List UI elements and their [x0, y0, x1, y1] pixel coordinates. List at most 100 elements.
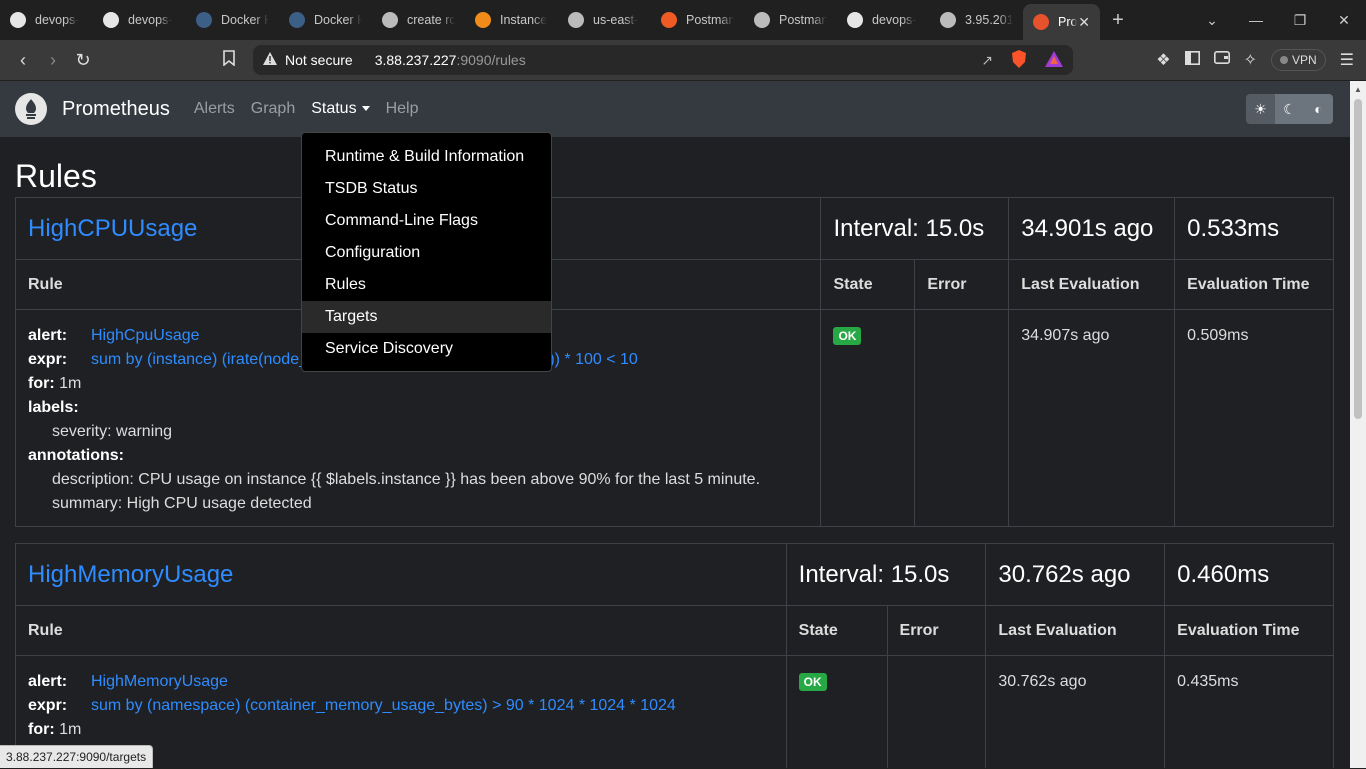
- col-state: State: [821, 260, 915, 310]
- annotation-description: description: CPU usage on instance {{ $l…: [28, 468, 808, 492]
- browser-tab[interactable]: Instance: [465, 0, 558, 40]
- alert-name-link[interactable]: HighMemoryUsage: [91, 673, 228, 690]
- security-label[interactable]: Not secure: [285, 52, 353, 68]
- close-window-icon[interactable]: ✕: [1322, 12, 1366, 29]
- status-menu-item[interactable]: Targets: [302, 301, 551, 333]
- status-menu-item[interactable]: TSDB Status: [302, 173, 551, 205]
- brave-shield-icon[interactable]: [1011, 50, 1027, 71]
- rule-group-cpu-table: HighCPUUsage Interval: 15.0s 34.901s ago…: [15, 197, 1334, 527]
- rule-eval-time: 0.435ms: [1165, 656, 1334, 769]
- col-rule: Rule: [16, 606, 787, 656]
- status-menu-item[interactable]: Rules: [302, 269, 551, 301]
- rule-error: [887, 656, 986, 769]
- page-scrollbar[interactable]: ▲: [1350, 81, 1366, 768]
- light-theme-icon[interactable]: ☀: [1246, 94, 1275, 124]
- browser-tab[interactable]: Docker H: [279, 0, 372, 40]
- close-tab-icon[interactable]: ✕: [1078, 14, 1090, 31]
- group-interval: Interval: 15.0s: [786, 544, 986, 606]
- group-last-eval: 34.901s ago: [1009, 198, 1175, 260]
- page-title: Rules: [15, 155, 1350, 197]
- browser-tab[interactable]: devops-: [837, 0, 930, 40]
- browser-tab-label: Docker H: [314, 13, 362, 27]
- prometheus-logo-icon[interactable]: [15, 93, 47, 125]
- vpn-label: VPN: [1292, 53, 1317, 67]
- label-severity: severity: warning: [28, 420, 808, 444]
- nav-help[interactable]: Help: [386, 100, 419, 118]
- browser-tab-label: Postman: [779, 13, 827, 27]
- url-host[interactable]: 3.88.237.227: [375, 52, 457, 68]
- tab-search-icon[interactable]: ⌄: [1190, 12, 1234, 29]
- brave-rewards-icon[interactable]: [1045, 51, 1063, 70]
- alert-name-link[interactable]: HighCpuUsage: [91, 327, 200, 344]
- status-menu-item[interactable]: Command-Line Flags: [302, 205, 551, 237]
- brand-name[interactable]: Prometheus: [62, 98, 170, 121]
- url-path[interactable]: :9090/rules: [456, 52, 525, 68]
- wallet-icon[interactable]: [1214, 51, 1230, 69]
- group-eval-time: 0.460ms: [1165, 544, 1334, 606]
- rule-group-cpu: HighCPUUsage Interval: 15.0s 34.901s ago…: [15, 197, 1334, 527]
- aws-icon: [475, 12, 491, 28]
- restore-icon[interactable]: ❐: [1278, 12, 1322, 29]
- toolbar-right: ❖ ✧ VPN ☰: [1156, 45, 1366, 75]
- browser-tab-label: devops-: [128, 13, 172, 27]
- bookmark-icon[interactable]: [222, 50, 236, 71]
- browser-tab[interactable]: devops-: [93, 0, 186, 40]
- vpn-button[interactable]: VPN: [1271, 49, 1326, 71]
- expr-link[interactable]: sum by (namespace) (container_memory_usa…: [91, 697, 676, 714]
- col-last-evaluation: Last Evaluation: [986, 606, 1165, 656]
- browser-tab-bar: devops-devops- Docker H Docker H create rcI…: [0, 0, 1366, 40]
- col-evaluation-time: Evaluation Time: [1165, 606, 1334, 656]
- for-value: 1m: [59, 375, 81, 392]
- nav-status[interactable]: Status: [311, 100, 369, 118]
- minimize-icon[interactable]: —: [1234, 12, 1278, 28]
- browser-tab[interactable]: us-east-: [558, 0, 651, 40]
- nav-status-label: Status: [311, 100, 356, 117]
- status-menu-item[interactable]: Service Discovery: [302, 333, 551, 365]
- browser-tab[interactable]: devops-: [0, 0, 93, 40]
- scroll-up-icon[interactable]: ▲: [1350, 85, 1366, 94]
- nav-alerts[interactable]: Alerts: [194, 100, 235, 118]
- share-icon[interactable]: ↗: [981, 52, 993, 69]
- state-badge: OK: [833, 327, 861, 345]
- alert-key: alert:: [28, 324, 91, 348]
- rule-group-memory: HighMemoryUsage Interval: 15.0s 30.762s …: [15, 543, 1334, 768]
- browser-tab[interactable]: create rc: [372, 0, 465, 40]
- nav-graph[interactable]: Graph: [251, 100, 295, 118]
- postman-icon: [661, 12, 677, 28]
- address-bar[interactable]: Not secure 3.88.237.227:9090/rules ↗: [253, 45, 1073, 75]
- col-state: State: [786, 606, 887, 656]
- leo-ai-icon[interactable]: ✧: [1244, 50, 1257, 70]
- column-header-row: Rule State Error Last Evaluation Evaluat…: [16, 606, 1334, 656]
- menu-icon[interactable]: ☰: [1340, 50, 1354, 70]
- browser-tab[interactable]: Docker H: [186, 0, 279, 40]
- extensions-icon[interactable]: ❖: [1156, 50, 1170, 70]
- link-preview-statusbar: 3.88.237.227:9090/targets: [0, 745, 153, 768]
- group-eval-time: 0.533ms: [1175, 198, 1334, 260]
- browser-tab[interactable]: Postman: [744, 0, 837, 40]
- expr-key: expr:: [28, 348, 91, 372]
- warning-icon[interactable]: [263, 52, 277, 68]
- back-icon[interactable]: ‹: [8, 45, 38, 75]
- new-tab-icon[interactable]: +: [1100, 9, 1136, 32]
- rule-state: OK: [786, 656, 887, 769]
- rule-last-eval: 30.762s ago: [986, 656, 1165, 769]
- rule-last-eval: 34.907s ago: [1009, 310, 1175, 527]
- expr-key: expr:: [28, 694, 91, 718]
- group-name-link[interactable]: HighMemoryUsage: [28, 561, 233, 588]
- group-name-link[interactable]: HighCPUUsage: [28, 215, 197, 242]
- forward-icon[interactable]: ›: [38, 45, 68, 75]
- browser-tab-label: Docker H: [221, 13, 269, 27]
- group-name-cell: HighMemoryUsage: [16, 544, 787, 606]
- status-menu-item[interactable]: Runtime & Build Information: [302, 141, 551, 173]
- sidebar-icon[interactable]: [1185, 51, 1200, 70]
- browser-tab[interactable]: Pro✕: [1023, 4, 1100, 40]
- browser-tab[interactable]: 3.95.201: [930, 0, 1023, 40]
- scrollbar-thumb[interactable]: [1354, 99, 1362, 419]
- globe-icon: [940, 12, 956, 28]
- dark-theme-icon[interactable]: ☾: [1275, 94, 1304, 124]
- browser-tab[interactable]: Postman: [651, 0, 744, 40]
- auto-theme-icon[interactable]: ◐: [1304, 94, 1333, 124]
- window-controls: ⌄—❐✕: [1190, 0, 1366, 40]
- status-menu-item[interactable]: Configuration: [302, 237, 551, 269]
- reload-icon[interactable]: ↻: [68, 45, 98, 75]
